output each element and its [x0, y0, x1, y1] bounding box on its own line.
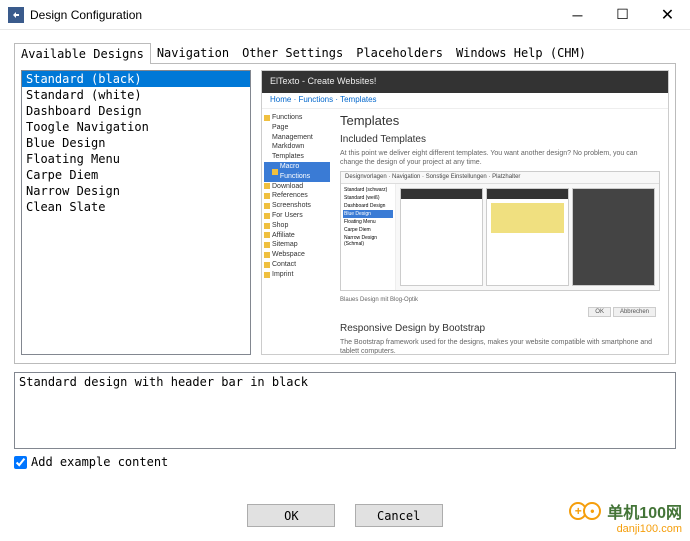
list-item[interactable]: Standard (black): [22, 71, 250, 87]
preview-main: Templates Included Templates At this poi…: [332, 109, 668, 354]
ok-button[interactable]: OK: [247, 504, 335, 527]
cancel-button[interactable]: Cancel: [355, 504, 443, 527]
list-item[interactable]: Toogle Navigation: [22, 119, 250, 135]
window-title: Design Configuration: [30, 8, 555, 22]
list-item[interactable]: Floating Menu: [22, 151, 250, 167]
close-button[interactable]: ✕: [645, 0, 690, 29]
tab-other-settings[interactable]: Other Settings: [235, 42, 350, 63]
title-bar: Design Configuration ─ ☐ ✕: [0, 0, 690, 30]
preview-sidebar: Functions Page Management Markdown Templ…: [262, 109, 332, 354]
tab-available-designs[interactable]: Available Designs: [14, 43, 151, 64]
minimize-button[interactable]: ─: [555, 0, 600, 29]
preview-text2: The Bootstrap framework used for the des…: [340, 338, 660, 355]
preview-h2: Included Templates: [340, 134, 660, 145]
maximize-button[interactable]: ☐: [600, 0, 645, 29]
tab-placeholders[interactable]: Placeholders: [349, 42, 450, 63]
tab-windows-help[interactable]: Windows Help (CHM): [449, 42, 593, 63]
watermark: +• 单机100网 danji100.com: [569, 499, 682, 535]
preview-text: At this point we deliver eight different…: [340, 149, 660, 167]
list-item[interactable]: Standard (white): [22, 87, 250, 103]
preview-breadcrumbs: Home · Functions · Templates: [262, 93, 668, 109]
list-item[interactable]: Dashboard Design: [22, 103, 250, 119]
preview-header: ElTexto - Create Websites!: [262, 71, 668, 93]
list-item[interactable]: Blue Design: [22, 135, 250, 151]
add-example-checkbox[interactable]: [14, 456, 27, 469]
tab-navigation[interactable]: Navigation: [150, 42, 236, 63]
design-preview: ElTexto - Create Websites! Home · Functi…: [261, 70, 669, 355]
tab-panel: Standard (black) Standard (white) Dashbo…: [14, 64, 676, 364]
add-example-label: Add example content: [31, 455, 168, 469]
designs-listbox[interactable]: Standard (black) Standard (white) Dashbo…: [21, 70, 251, 355]
list-item[interactable]: Carpe Diem: [22, 167, 250, 183]
app-icon: [8, 7, 24, 23]
tab-bar: Available Designs Navigation Other Setti…: [14, 42, 676, 64]
preview-h1: Templates: [340, 113, 660, 128]
list-item[interactable]: Narrow Design: [22, 183, 250, 199]
list-item[interactable]: Clean Slate: [22, 199, 250, 215]
description-box: Standard design with header bar in black: [14, 372, 676, 449]
preview-mock-window: Designvorlagen · Navigation · Sonstige E…: [340, 171, 660, 291]
preview-h3: Responsive Design by Bootstrap: [340, 323, 660, 334]
